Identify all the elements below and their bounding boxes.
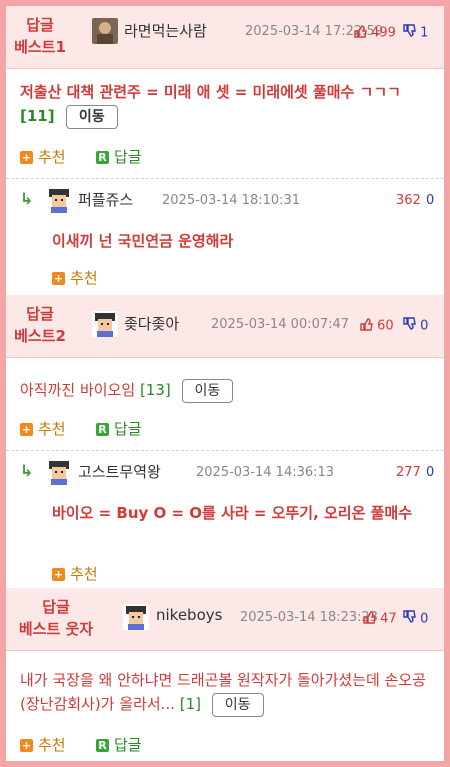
best-comment-3: 답글 베스트 웃자 nikeboys 2025-03-14 18:23:23 4… xyxy=(6,588,444,754)
author-nickname[interactable]: nikeboys xyxy=(156,606,222,624)
move-button[interactable]: 이동 xyxy=(181,378,234,403)
thumbs-up-icon xyxy=(353,24,367,42)
recommend-button[interactable]: + 추천 xyxy=(52,563,98,584)
reply-box-icon: R xyxy=(96,739,109,752)
best-comment-header: 답글 베스트1 라면먹는사람 2025-03-14 17:22:59 499 1 xyxy=(6,6,444,69)
author-nickname[interactable]: 라면먹는사람 xyxy=(124,20,207,41)
thumbs-down-icon xyxy=(402,317,416,335)
move-button[interactable]: 이동 xyxy=(65,104,118,129)
upvote-count: 362 xyxy=(396,193,421,208)
plus-box-icon: + xyxy=(20,739,33,752)
comment-text: 내가 국장을 왜 안하냐면 드래곤볼 원작자가 돌아가셨는데 손오공(장난감회사… xyxy=(20,668,438,717)
post-date: 2025-03-14 00:07:47 xyxy=(211,317,350,332)
reply-button[interactable]: R 답글 xyxy=(96,734,142,755)
downvote-count[interactable]: 0 xyxy=(402,317,428,335)
avatar[interactable] xyxy=(92,18,118,44)
best-badge: 답글 베스트1 xyxy=(14,16,66,56)
recommend-button[interactable]: + 추천 xyxy=(52,267,98,288)
best-comments-panel: 답글 베스트1 라면먹는사람 2025-03-14 17:22:59 499 1… xyxy=(6,6,444,761)
downvote-count: 0 xyxy=(426,193,435,208)
avatar[interactable] xyxy=(46,459,72,485)
reply-box-icon: R xyxy=(96,423,109,436)
reply-button[interactable]: R 답글 xyxy=(96,146,142,167)
reply-count: [13] xyxy=(139,381,171,399)
recommend-button[interactable]: + 추천 xyxy=(20,418,66,439)
plus-box-icon: + xyxy=(52,272,65,285)
recommend-button[interactable]: + 추천 xyxy=(20,146,66,167)
comment-text: 바이오 = Buy O = O를 사라 = 오뚜기, 오리온 풀매수 xyxy=(52,504,413,522)
best-comment-header: 답글 베스트 웃자 nikeboys 2025-03-14 18:23:23 4… xyxy=(6,588,444,651)
reply-button[interactable]: R 답글 xyxy=(96,418,142,439)
recommend-button[interactable]: + 추천 xyxy=(20,734,66,755)
comment-text: 저출산 대책 관련주 = 미래 애 셋 = 미래에셋 풀매수 ㄱㄱㄱ [11] … xyxy=(20,80,438,129)
author-nickname[interactable]: 퍼플쥬스 xyxy=(78,189,133,210)
downvote-count: 0 xyxy=(426,465,435,480)
reply-arrow-icon: ↳ xyxy=(20,189,34,208)
best-badge: 답글 베스트 웃자 xyxy=(18,598,94,638)
thumbs-down-icon xyxy=(402,610,416,628)
author-nickname[interactable]: 좆다좆아 xyxy=(124,313,179,334)
reply-count: [1] xyxy=(179,695,202,713)
comment-text: 이새끼 넌 국민연금 운영해라 xyxy=(52,232,234,250)
avatar[interactable] xyxy=(123,604,149,630)
plus-box-icon: + xyxy=(20,423,33,436)
upvote-count: 277 xyxy=(396,465,421,480)
comment-text: 아직까진 바이오임 [13] 이동 xyxy=(20,378,438,403)
thumbs-up-icon xyxy=(362,610,376,628)
thumbs-up-icon xyxy=(359,317,373,335)
reply-arrow-icon: ↳ xyxy=(20,461,34,480)
upvote-count[interactable]: 60 xyxy=(359,317,394,335)
best-comment-1: 답글 베스트1 라면먹는사람 2025-03-14 17:22:59 499 1… xyxy=(6,6,444,287)
post-date: 2025-03-14 18:10:31 xyxy=(162,193,301,208)
avatar[interactable] xyxy=(46,187,72,213)
author-nickname[interactable]: 고스트무역왕 xyxy=(78,461,161,482)
plus-box-icon: + xyxy=(52,568,65,581)
best-badge: 답글 베스트2 xyxy=(14,305,66,345)
thumbs-down-icon xyxy=(402,24,416,42)
reply-count: [11] xyxy=(20,107,55,125)
reply-box-icon: R xyxy=(96,151,109,164)
move-button[interactable]: 이동 xyxy=(211,692,264,717)
best-comment-2: 답글 베스트2 좆다좆아 2025-03-14 00:07:47 60 0 아직… xyxy=(6,295,444,583)
divider xyxy=(6,178,444,179)
divider xyxy=(6,450,444,451)
downvote-count[interactable]: 0 xyxy=(402,610,428,628)
avatar[interactable] xyxy=(92,311,118,337)
post-date: 2025-03-14 14:36:13 xyxy=(196,465,335,480)
best-comment-header: 답글 베스트2 좆다좆아 2025-03-14 00:07:47 60 0 xyxy=(6,295,444,358)
plus-box-icon: + xyxy=(20,151,33,164)
upvote-count[interactable]: 499 xyxy=(353,24,396,42)
upvote-count[interactable]: 47 xyxy=(362,610,397,628)
downvote-count[interactable]: 1 xyxy=(402,24,428,42)
post-date: 2025-03-14 18:23:23 xyxy=(240,610,379,625)
